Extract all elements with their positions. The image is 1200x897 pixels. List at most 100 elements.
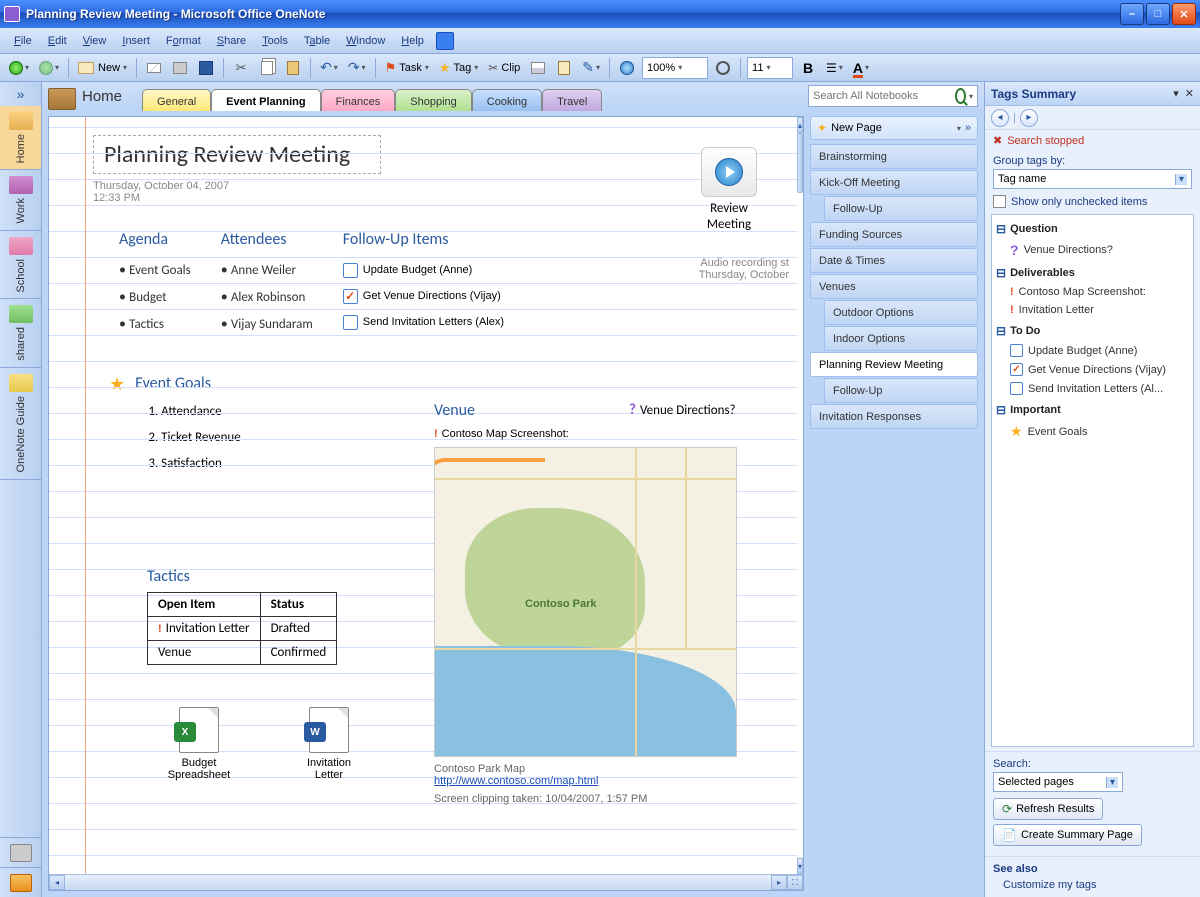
tag-item[interactable]: Send Invitation Letters (Al... xyxy=(994,379,1191,398)
save-button[interactable] xyxy=(195,57,217,79)
menu-help[interactable]: Help xyxy=(393,33,432,49)
new-button[interactable]: New▾ xyxy=(75,57,130,79)
pen-button[interactable]: ✎▾ xyxy=(579,57,603,79)
page-tab[interactable]: Kick-Off Meeting xyxy=(810,170,978,195)
horizontal-scrollbar[interactable]: ◂ ▸ ⛶ xyxy=(49,874,803,890)
customize-tags-link[interactable]: Customize my tags xyxy=(993,879,1192,891)
notebook-home[interactable]: Home xyxy=(0,106,41,170)
tag-button[interactable]: ★Tag▾ xyxy=(436,57,481,79)
expand-nav-button[interactable]: » xyxy=(0,82,41,106)
page-tab[interactable]: Funding Sources xyxy=(810,222,978,247)
tag-item[interactable]: Update Budget (Anne) xyxy=(994,341,1191,360)
font-size-dropdown[interactable]: 11▾ xyxy=(747,57,793,79)
group-tags-dropdown[interactable]: Tag name▾ xyxy=(993,169,1192,189)
menu-share[interactable]: Share xyxy=(209,33,254,49)
menu-format[interactable]: Format xyxy=(158,33,209,49)
task-button[interactable]: ⚑Task▾ xyxy=(382,57,432,79)
menu-view[interactable]: View xyxy=(75,33,115,49)
notebook-school[interactable]: School xyxy=(0,231,41,300)
tactics-table[interactable]: Open ItemStatus !Invitation LetterDrafte… xyxy=(147,592,337,665)
play-icon[interactable] xyxy=(701,147,757,197)
map-link[interactable]: http://www.contoso.com/map.html xyxy=(434,775,598,787)
notebook-work[interactable]: Work xyxy=(0,170,41,230)
tag-item[interactable]: Get Venue Directions (Vijay) xyxy=(994,360,1191,379)
section-tab-finances[interactable]: Finances xyxy=(321,89,396,111)
page-tab[interactable]: Indoor Options xyxy=(824,326,978,351)
redo-button[interactable]: ↷▾ xyxy=(345,57,369,79)
page-tab[interactable]: Venues xyxy=(810,274,978,299)
file-attachment[interactable]: XBudgetSpreadsheet xyxy=(159,707,239,781)
notebook-shared[interactable]: shared xyxy=(0,299,41,368)
print-button[interactable] xyxy=(169,57,191,79)
tag-group-header[interactable]: ⊟Important xyxy=(994,400,1191,420)
create-summary-button[interactable]: 📄Create Summary Page xyxy=(993,824,1142,846)
page-tab[interactable]: Outdoor Options xyxy=(824,300,978,325)
search-box[interactable]: ▾ xyxy=(808,85,978,107)
minimize-button[interactable]: – xyxy=(1120,3,1144,25)
unfiled-notes-button[interactable] xyxy=(0,837,41,867)
menu-insert[interactable]: Insert xyxy=(114,33,158,49)
forward-button[interactable]: ▾ xyxy=(36,57,62,79)
menu-file[interactable]: File xyxy=(6,33,40,49)
calc-button[interactable] xyxy=(553,57,575,79)
section-tab-event[interactable]: Event Planning xyxy=(211,89,320,111)
menu-tools[interactable]: Tools xyxy=(254,33,296,49)
search-input[interactable] xyxy=(813,90,955,102)
show-unchecked-checkbox[interactable]: Show only unchecked items xyxy=(985,193,1200,210)
help-button[interactable] xyxy=(616,57,638,79)
all-notebooks-button[interactable] xyxy=(0,867,41,897)
menu-window[interactable]: Window xyxy=(338,33,393,49)
cut-button[interactable]: ✂ xyxy=(230,57,252,79)
pane-back-button[interactable]: ◂ xyxy=(991,109,1009,127)
file-attachment[interactable]: WInvitationLetter xyxy=(289,707,369,781)
maximize-button[interactable]: □ xyxy=(1146,3,1170,25)
zoom-dropdown[interactable]: 100%▾ xyxy=(642,57,708,79)
refresh-results-button[interactable]: ⟳Refresh Results xyxy=(993,798,1103,820)
notebook-icon[interactable] xyxy=(48,88,76,110)
collapse-icon[interactable]: ⊟ xyxy=(996,324,1006,338)
restore-window-icon[interactable] xyxy=(436,32,454,50)
copy-button[interactable] xyxy=(256,57,278,79)
table-row[interactable]: !Invitation LetterDrafted xyxy=(148,617,337,641)
scope-button[interactable] xyxy=(712,57,734,79)
full-page-view-icon[interactable]: ⛶ xyxy=(787,875,803,890)
audio-recording[interactable]: ReviewMeeting xyxy=(701,147,757,233)
back-button[interactable]: ▾ xyxy=(6,57,32,79)
pane-close-button[interactable]: ✕ xyxy=(1185,87,1194,100)
clip-button[interactable]: ✂Clip xyxy=(485,57,523,79)
collapse-icon[interactable]: ⊟ xyxy=(996,222,1006,236)
menu-edit[interactable]: Edit xyxy=(40,33,75,49)
bold-button[interactable]: B xyxy=(797,57,819,79)
tag-group-header[interactable]: ⊟Deliverables xyxy=(994,263,1191,283)
vertical-scrollbar[interactable]: ▴ ▾ xyxy=(797,117,803,874)
tag-item[interactable]: ?Venue Directions? xyxy=(994,239,1191,261)
undo-button[interactable]: ↶▾ xyxy=(317,57,341,79)
paste-button[interactable] xyxy=(282,57,304,79)
tag-item[interactable]: ★Event Goals xyxy=(994,420,1191,443)
search-scope-dropdown[interactable]: Selected pages▾ xyxy=(993,772,1123,792)
collapse-icon[interactable]: ⊟ xyxy=(996,266,1006,280)
page-tab[interactable]: Invitation Responses xyxy=(810,404,978,429)
collapse-icon[interactable]: ⊟ xyxy=(996,403,1006,417)
pane-menu-button[interactable]: ▾ xyxy=(1173,87,1179,100)
notebook-guide[interactable]: OneNote Guide xyxy=(0,368,41,479)
section-tab-general[interactable]: General xyxy=(142,89,211,111)
page-content[interactable]: Planning Review Meeting Thursday, Octobe… xyxy=(49,117,797,874)
page-tab[interactable]: Follow-Up xyxy=(824,196,978,221)
new-page-button[interactable]: ✦ New Page ▾ » xyxy=(810,116,978,140)
page-tab[interactable]: Brainstorming xyxy=(810,144,978,169)
page-tab[interactable]: Follow-Up xyxy=(824,378,978,403)
pane-forward-button[interactable]: ▸ xyxy=(1020,109,1038,127)
page-tab[interactable]: Planning Review Meeting xyxy=(810,352,978,377)
bullets-button[interactable]: ☰▾ xyxy=(823,57,846,79)
tag-item[interactable]: !Contoso Map Screenshot: xyxy=(994,283,1191,301)
section-tab-cooking[interactable]: Cooking xyxy=(472,89,542,111)
section-tab-travel[interactable]: Travel xyxy=(542,89,602,111)
section-tab-shopping[interactable]: Shopping xyxy=(395,89,472,111)
tag-item[interactable]: !Invitation Letter xyxy=(994,301,1191,319)
menu-table[interactable]: Table xyxy=(296,33,338,49)
table-row[interactable]: VenueConfirmed xyxy=(148,641,337,665)
tag-group-header[interactable]: ⊟To Do xyxy=(994,321,1191,341)
font-color-button[interactable]: A▾ xyxy=(850,57,872,79)
search-icon[interactable] xyxy=(955,88,966,104)
